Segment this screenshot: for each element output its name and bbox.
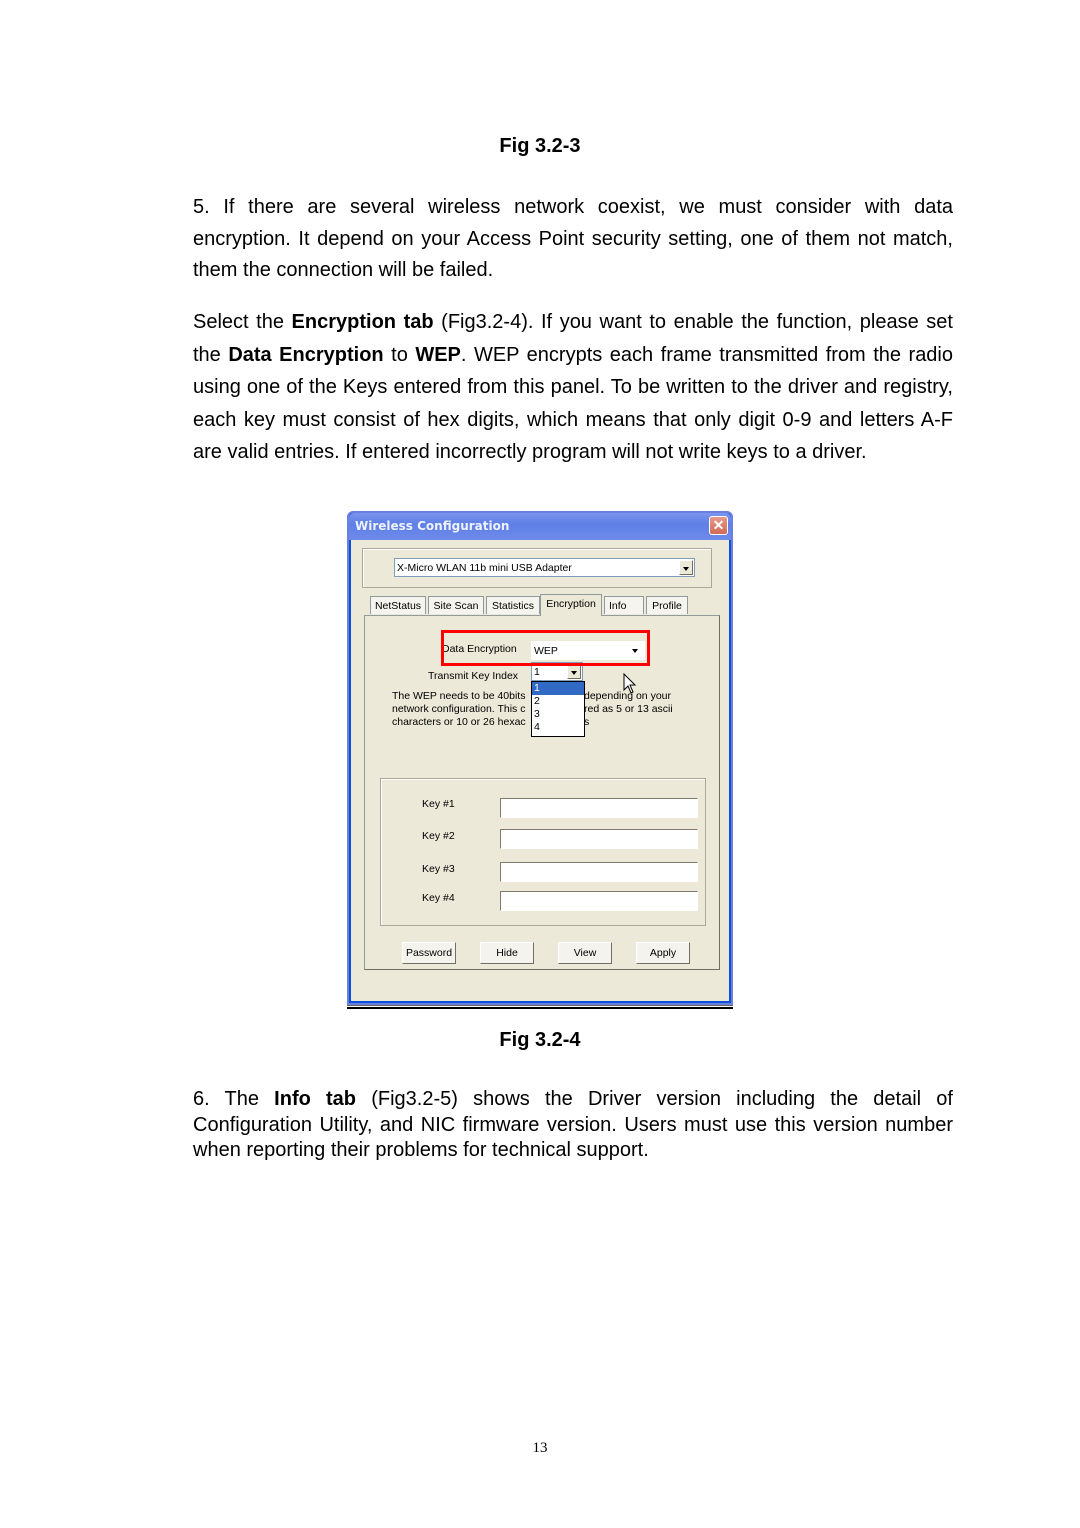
- apply-button[interactable]: Apply: [636, 942, 690, 964]
- desc-text: red as 5 or 13 ascii: [584, 703, 673, 715]
- key-2-input[interactable]: [500, 829, 698, 849]
- desc-text: The WEP needs to be 40bits: [392, 690, 526, 702]
- adapter-select[interactable]: X-Micro WLAN 11b mini USB Adapter: [394, 558, 695, 577]
- paragraph-step-5: 5. If there are several wireless network…: [193, 196, 953, 281]
- transmit-key-index-value: 1: [534, 666, 540, 678]
- bold-data-encryption: Data Encryption: [228, 343, 384, 366]
- chevron-down-icon[interactable]: [567, 664, 581, 679]
- transmit-key-index-dropdown: 1 2 3 4: [531, 681, 585, 737]
- key-2-label: Key #2: [422, 830, 455, 842]
- bold-info-tab: Info tab: [274, 1088, 357, 1110]
- paragraph-step-6: 6. The Info tab (Fig3.2-5) shows the Dri…: [193, 1087, 953, 1164]
- bold-encryption-tab: Encryption tab: [291, 311, 434, 333]
- page-number: 13: [532, 1440, 548, 1456]
- dialog-title: Wireless Configuration: [355, 519, 510, 533]
- key-4-input[interactable]: [500, 891, 698, 911]
- figure-underline: [347, 1007, 733, 1009]
- tab-info[interactable]: Info: [604, 596, 644, 614]
- tab-statistics[interactable]: Statistics: [486, 596, 540, 614]
- dropdown-option-4[interactable]: 4: [532, 721, 584, 734]
- adapter-select-value: X-Micro WLAN 11b mini USB Adapter: [397, 562, 572, 574]
- text: Select the: [193, 311, 292, 333]
- highlight-box: [441, 630, 650, 666]
- tab-site-scan[interactable]: Site Scan: [428, 596, 484, 614]
- transmit-key-index-label: Transmit Key Index: [428, 670, 519, 682]
- chevron-down-icon[interactable]: [679, 560, 693, 575]
- figure-underline: [347, 1005, 733, 1006]
- dialog-client-area: X-Micro WLAN 11b mini USB Adapter NetSta…: [351, 540, 729, 1001]
- figure-caption-3-2-3: Fig 3.2-3: [499, 135, 581, 157]
- key-1-label: Key #1: [422, 798, 455, 810]
- mouse-pointer-icon: [623, 673, 637, 694]
- dialog-titlebar[interactable]: Wireless Configuration ✕: [349, 513, 731, 540]
- text: to: [383, 343, 416, 366]
- bold-wep: WEP: [415, 343, 461, 366]
- figure-caption-3-2-4: Fig 3.2-4: [499, 1029, 581, 1051]
- keys-group: Key #1 Key #2 Key #3 Key #4: [380, 778, 706, 926]
- dropdown-option-2[interactable]: 2: [532, 695, 584, 708]
- tab-profile[interactable]: Profile: [646, 596, 688, 614]
- desc-text: characters or 10 or 26 hexac: [392, 716, 526, 728]
- key-3-label: Key #3: [422, 863, 455, 875]
- close-icon[interactable]: ✕: [709, 516, 728, 535]
- wireless-configuration-dialog: Wireless Configuration ✕ X-Micro WLAN 11…: [347, 511, 733, 1005]
- adapter-group: X-Micro WLAN 11b mini USB Adapter: [362, 548, 712, 588]
- key-3-input[interactable]: [500, 862, 698, 882]
- tab-encryption[interactable]: Encryption: [540, 594, 602, 616]
- password-button[interactable]: Password: [402, 942, 456, 964]
- view-button[interactable]: View: [558, 942, 612, 964]
- dropdown-option-1[interactable]: 1: [532, 682, 584, 695]
- key-1-input[interactable]: [500, 798, 698, 818]
- text: 6. The: [193, 1088, 275, 1110]
- hide-button[interactable]: Hide: [480, 942, 534, 964]
- paragraph-encryption-instructions: Select the Encryption tab (Fig3.2-4). If…: [193, 306, 953, 469]
- dropdown-option-3[interactable]: 3: [532, 708, 584, 721]
- tab-netstatus[interactable]: NetStatus: [370, 596, 426, 614]
- key-4-label: Key #4: [422, 892, 455, 904]
- desc-text: network configuration. This c: [392, 703, 526, 715]
